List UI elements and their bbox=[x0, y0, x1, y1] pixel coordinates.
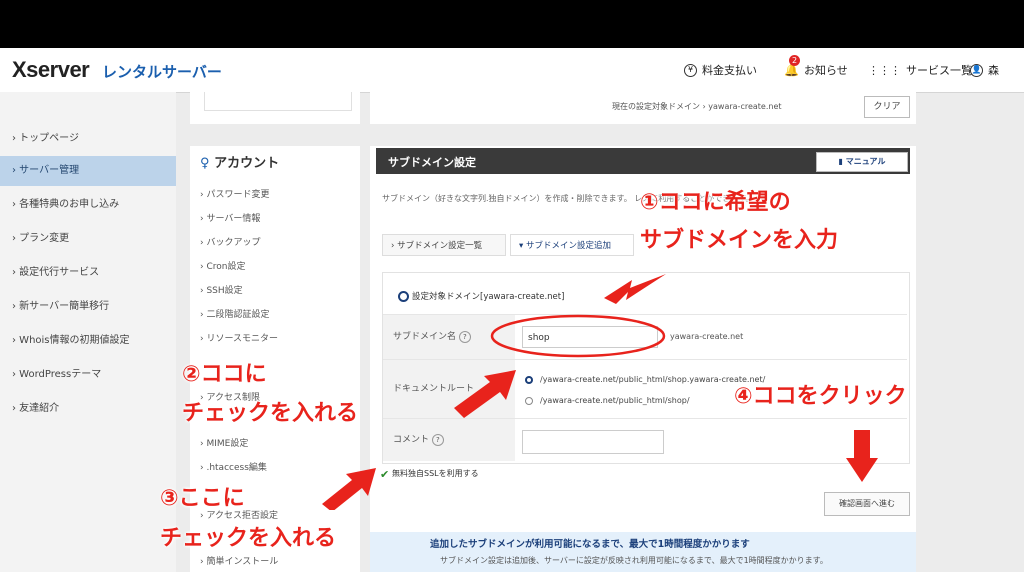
sidebar-item-server[interactable]: › サーバー管理 bbox=[0, 156, 176, 186]
nav-user-label: 森 bbox=[988, 64, 999, 77]
docroot-radio-2[interactable] bbox=[525, 397, 533, 405]
account-title-label: アカウント bbox=[214, 156, 280, 171]
ssl-label[interactable]: 無料独自SSLを利用する bbox=[392, 468, 479, 479]
subdomain-suffix: yawara-create.net bbox=[670, 332, 744, 341]
menu-resource-monitor[interactable]: › リソースモニター bbox=[200, 331, 278, 344]
comment-input[interactable] bbox=[522, 430, 664, 454]
breadcrumb: 現在の設定対象ドメイン › yawara-create.net bbox=[612, 102, 782, 111]
sidebar-item-top[interactable]: › トップページ bbox=[0, 124, 176, 154]
annotation-2-line1: ②ココに bbox=[182, 362, 267, 387]
subdomain-label-text: サブドメイン名 bbox=[393, 332, 457, 342]
yen-icon: ¥ bbox=[684, 63, 697, 77]
notification-badge: 2 bbox=[789, 55, 800, 66]
help-icon: ? bbox=[458, 331, 471, 343]
annotation-1-line2: サブドメインを入力 bbox=[640, 228, 839, 253]
sidebar-item-plan[interactable]: › プラン変更 bbox=[0, 224, 176, 254]
manual-label: マニュアル bbox=[845, 157, 886, 166]
menu-backup[interactable]: › バックアップ bbox=[200, 235, 260, 248]
nav-notifications-label: お知らせ bbox=[803, 64, 848, 77]
nav-user[interactable]: 👤 森 bbox=[970, 62, 999, 78]
user-icon: 👤 bbox=[970, 63, 983, 77]
sidebar-item-setup-service[interactable]: › 設定代行サービス bbox=[0, 258, 176, 288]
comment-label: コメント ? bbox=[383, 419, 515, 461]
nav-payment-label: 料金支払い bbox=[702, 64, 757, 77]
domain-select-field[interactable] bbox=[204, 92, 352, 111]
sidebar-item-wordpress[interactable]: › WordPressテーマ bbox=[0, 360, 176, 390]
search-person-icon: ♀ bbox=[200, 156, 210, 171]
logo-subtitle[interactable]: レンタルサーバー bbox=[102, 61, 222, 82]
notice-title: 追加したサブドメインが利用可能になるまで、最大で1時間程度かかります bbox=[430, 539, 750, 550]
tab-subdomain-add[interactable]: ▾ サブドメイン設定追加 bbox=[510, 234, 634, 256]
menu-ssh[interactable]: › SSH設定 bbox=[200, 283, 243, 296]
book-icon: ▮ bbox=[838, 157, 843, 166]
menu-2fa[interactable]: › 二段階認証設定 bbox=[200, 307, 269, 320]
sidebar-item-referral[interactable]: › 友達紹介 bbox=[0, 394, 176, 424]
grid-icon: ⋮⋮⋮ bbox=[868, 63, 901, 77]
docroot-option-1[interactable]: /yawara-create.net/public_html/shop.yawa… bbox=[540, 375, 765, 384]
docroot-option-2[interactable]: /yawara-create.net/public_html/shop/ bbox=[540, 396, 690, 405]
menu-server-info[interactable]: › サーバー情報 bbox=[200, 211, 260, 224]
clear-button[interactable]: クリア bbox=[864, 96, 910, 118]
browser-screen: Xserver レンタルサーバー ¥ 料金支払い 🔔 お知らせ ⋮⋮⋮ サービス… bbox=[0, 48, 1024, 572]
menu-password[interactable]: › パスワード変更 bbox=[200, 187, 269, 200]
arrow-4 bbox=[846, 430, 878, 482]
help-icon: ? bbox=[431, 434, 444, 446]
annotation-3-line2: チェックを入れる bbox=[160, 526, 337, 551]
panel-title: サブドメイン設定 bbox=[388, 156, 476, 169]
nav-payment[interactable]: ¥ 料金支払い bbox=[684, 62, 757, 78]
annotation-4: ④ココをクリック bbox=[734, 384, 907, 409]
menu-easy-install[interactable]: › 簡単インストール bbox=[200, 554, 278, 567]
sidebar-item-benefits[interactable]: › 各種特典のお申し込み bbox=[0, 190, 176, 220]
account-title: ♀ アカウント bbox=[200, 152, 279, 171]
highlight-ellipse bbox=[490, 314, 666, 358]
arrow-3 bbox=[322, 468, 376, 510]
header-bar: Xserver レンタルサーバー ¥ 料金支払い 🔔 お知らせ ⋮⋮⋮ サービス… bbox=[0, 48, 1024, 93]
menu-mime[interactable]: › MIME設定 bbox=[200, 436, 248, 449]
manual-button[interactable]: ▮ マニュアル bbox=[816, 152, 908, 172]
target-domain-icon bbox=[398, 291, 409, 302]
menu-cron[interactable]: › Cron設定 bbox=[200, 259, 245, 272]
menu-htaccess[interactable]: › .htaccess編集 bbox=[200, 460, 267, 473]
annotation-3-line1: ③ここに bbox=[160, 486, 245, 511]
docroot-radio-1[interactable] bbox=[525, 376, 533, 384]
arrow-2 bbox=[454, 370, 516, 418]
tab-subdomain-list[interactable]: › サブドメイン設定一覧 bbox=[382, 234, 506, 256]
confirm-button[interactable]: 確認画面へ進む bbox=[824, 492, 910, 516]
annotation-2-line2: チェックを入れる bbox=[182, 401, 359, 426]
nav-services[interactable]: ⋮⋮⋮ サービス一覧 bbox=[868, 62, 972, 78]
notice-text: サブドメイン設定は追加後、サーバーに設定が反映され利用可能になるまで、最大で1時… bbox=[440, 556, 828, 565]
sidebar-item-migration[interactable]: › 新サーバー簡単移行 bbox=[0, 292, 176, 322]
ssl-checkbox[interactable]: ✔ bbox=[380, 468, 389, 481]
xserver-logo[interactable]: Xserver bbox=[12, 57, 90, 83]
black-band-top bbox=[0, 0, 1024, 48]
sidebar-item-whois[interactable]: › Whois情報の初期値設定 bbox=[0, 326, 176, 356]
comment-label-text: コメント bbox=[393, 435, 430, 445]
annotation-1-line1: ①ココに希望の bbox=[640, 190, 791, 215]
arrow-1 bbox=[604, 274, 666, 304]
target-domain: 設定対象ドメイン[yawara-create.net] bbox=[412, 292, 565, 302]
nav-services-label: サービス一覧 bbox=[906, 64, 972, 77]
